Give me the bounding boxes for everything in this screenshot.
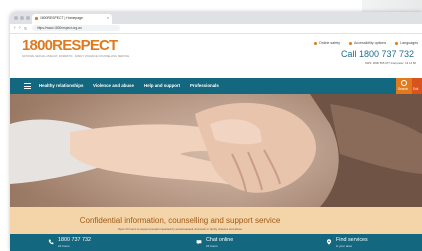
site-header: 1800RESPECT NATIONAL SEXUAL ASSAULT, DOM… <box>10 34 422 78</box>
url-field[interactable]: https://www.1800respect.org.au <box>32 25 120 31</box>
online-safety-link[interactable]: Online safety <box>314 41 340 45</box>
nav-violence-and-abuse[interactable]: Violence and abuse <box>93 82 134 90</box>
chat-icon <box>196 240 202 245</box>
search-icon <box>401 80 407 86</box>
logo-number: 1800 <box>22 37 53 54</box>
nav-professionals[interactable]: Professionals <box>190 82 219 90</box>
favicon-icon <box>35 17 38 20</box>
header-links: Online safety Accessibility options Lang… <box>306 41 418 45</box>
main-navigation: Healthy relationships Violence and abuse… <box>10 78 422 94</box>
hands-photo <box>10 94 422 207</box>
back-icon[interactable]: ‹ <box>14 25 16 32</box>
browser-tab-strip: 1800RESPECT | Homepage × <box>10 12 422 24</box>
accessibility-icon <box>349 41 353 45</box>
menu-icon[interactable] <box>24 83 31 89</box>
browser-window: 1800RESPECT | Homepage × ‹ › ↻ https://w… <box>10 12 422 251</box>
globe-icon <box>395 41 399 45</box>
band-subtitle: Open 24 hours to support people impacted… <box>117 227 243 231</box>
info-band: Confidential information, counselling an… <box>10 207 422 234</box>
hero-image <box>10 94 422 207</box>
logo-tagline: NATIONAL SEXUAL ASSAULT, DOMESTIC · FAMI… <box>22 55 130 58</box>
nav-help-and-support[interactable]: Help and support <box>144 82 180 90</box>
phone-icon <box>48 239 54 245</box>
window-close-dot[interactable] <box>14 16 18 20</box>
accessibility-link[interactable]: Accessibility options <box>349 41 386 45</box>
phone-number[interactable]: Call 1800 737 732 <box>341 49 414 59</box>
browser-tab[interactable]: 1800RESPECT | Homepage × <box>32 14 112 24</box>
screenshot-stage: 1800RESPECT | Homepage × ‹ › ↻ https://w… <box>0 0 422 251</box>
window-zoom-dot[interactable] <box>26 16 30 20</box>
contact-bar: 1800 737 732 24 hours Chat online 24 hou… <box>10 234 422 251</box>
address-bar: ‹ › ↻ https://www.1800respect.org.au <box>10 24 422 34</box>
quick-exit-button[interactable]: Exit <box>412 78 422 94</box>
window-minimize-dot[interactable] <box>20 16 24 20</box>
shield-icon <box>314 41 318 45</box>
band-title: Confidential information, counselling an… <box>79 216 281 225</box>
location-icon <box>326 239 332 245</box>
search-label: Search <box>398 87 409 91</box>
nav-healthy-relationships[interactable]: Healthy relationships <box>39 82 83 90</box>
forward-icon[interactable]: › <box>19 25 21 32</box>
languages-link[interactable]: Languages <box>395 41 418 45</box>
site-logo[interactable]: 1800RESPECT <box>22 37 118 54</box>
logo-word: RESPECT <box>52 37 118 54</box>
phone-subtext: NRS: 1800 555 677 Interpreter: 13 14 50 <box>365 61 416 65</box>
tab-title: 1800RESPECT | Homepage <box>40 16 83 20</box>
reload-icon[interactable]: ↻ <box>24 25 27 32</box>
exit-label: Exit <box>413 87 419 91</box>
search-button[interactable]: Search <box>396 78 412 94</box>
tab-close-icon[interactable]: × <box>107 15 109 20</box>
